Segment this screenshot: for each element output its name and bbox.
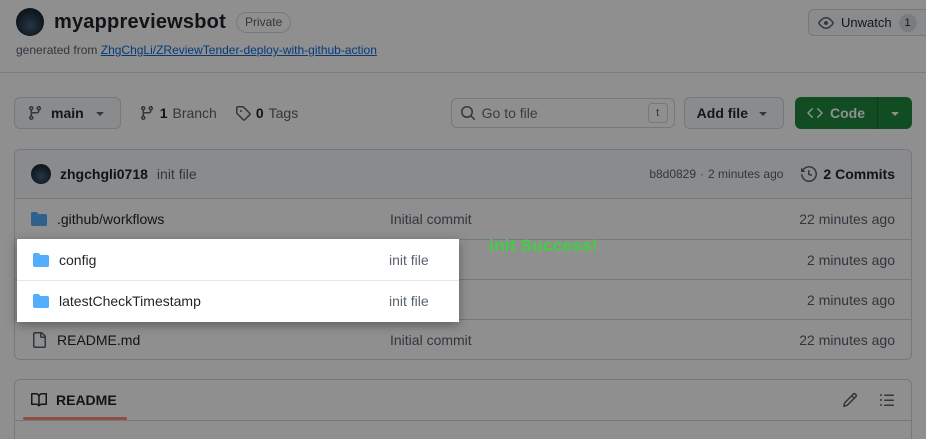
file-name[interactable]: latestCheckTimestamp — [59, 293, 201, 309]
folder-icon — [33, 293, 49, 309]
highlighted-row-config[interactable]: config init file — [17, 239, 459, 280]
folder-icon — [33, 252, 49, 268]
highlighted-row-latestchecktimestamp[interactable]: latestCheckTimestamp init file — [17, 280, 459, 321]
file-name[interactable]: config — [59, 252, 96, 268]
file-commit-message[interactable]: init file — [389, 252, 429, 268]
github-repo-page: myappreviewsbot Private generated from Z… — [0, 0, 926, 439]
dim-overlay — [0, 0, 926, 439]
file-commit-message[interactable]: init file — [389, 293, 429, 309]
init-success-annotation: init Success! — [489, 236, 598, 256]
spotlight-highlight-box: config init file latestCheckTimestamp in… — [17, 239, 459, 322]
